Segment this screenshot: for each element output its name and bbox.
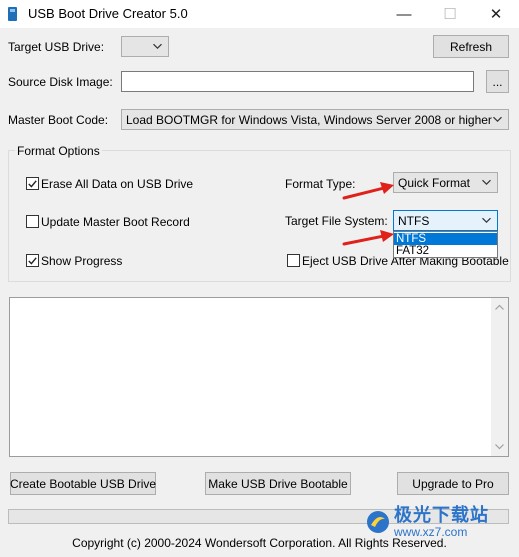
log-scrollbar[interactable] <box>491 298 508 456</box>
source-image-input[interactable] <box>121 71 474 92</box>
watermark-text: 极光下载站 <box>394 505 489 525</box>
scroll-down-arrow-icon[interactable] <box>495 444 504 450</box>
create-bootable-usb-button[interactable]: Create Bootable USB Drive <box>10 472 156 495</box>
show-progress-label: Show Progress <box>41 254 123 268</box>
target-usb-select[interactable] <box>121 36 169 57</box>
title-bar: USB Boot Drive Creator 5.0 — ☐ ✕ <box>0 0 519 28</box>
file-system-label: Target File System: <box>285 214 388 228</box>
format-type-label: Format Type: <box>285 177 356 191</box>
format-type-value: Quick Format <box>398 175 471 190</box>
scroll-up-arrow-icon[interactable] <box>495 304 504 310</box>
file-system-option-fat32[interactable]: FAT32 <box>394 245 497 257</box>
checkmark-icon <box>28 179 37 188</box>
window-title: USB Boot Drive Creator 5.0 <box>28 6 188 21</box>
file-system-value: NTFS <box>398 213 430 228</box>
browse-button[interactable]: ... <box>486 70 509 93</box>
target-usb-label: Target USB Drive: <box>8 40 105 54</box>
erase-all-label: Erase All Data on USB Drive <box>41 177 194 191</box>
file-system-select[interactable]: NTFS <box>393 210 498 231</box>
format-options-legend: Format Options <box>15 144 102 158</box>
minimize-button[interactable]: — <box>381 0 427 28</box>
update-mbr-label: Update Master Boot Record <box>41 215 190 229</box>
chevron-down-icon <box>153 43 162 49</box>
master-boot-value: Load BOOTMGR for Windows Vista, Windows … <box>126 112 492 127</box>
watermark: 极光下载站 www.xz7.com <box>365 505 489 539</box>
watermark-logo-icon <box>367 511 389 534</box>
master-boot-label: Master Boot Code: <box>8 113 109 127</box>
chevron-down-icon <box>493 116 502 122</box>
master-boot-select[interactable]: Load BOOTMGR for Windows Vista, Windows … <box>121 109 509 130</box>
chevron-down-icon <box>482 217 491 223</box>
format-type-select[interactable]: Quick Format <box>393 172 498 193</box>
erase-all-checkbox[interactable] <box>26 177 39 190</box>
update-mbr-checkbox[interactable] <box>26 215 39 228</box>
file-system-option-ntfs[interactable]: NTFS <box>394 233 497 245</box>
usb-drive-icon <box>8 7 17 21</box>
upgrade-to-pro-button[interactable]: Upgrade to Pro <box>397 472 509 495</box>
maximize-button[interactable]: ☐ <box>427 0 473 28</box>
show-progress-checkbox[interactable] <box>26 254 39 267</box>
refresh-button[interactable]: Refresh <box>433 35 509 58</box>
eject-usb-checkbox[interactable] <box>287 254 300 267</box>
chevron-down-icon <box>482 179 491 185</box>
checkmark-icon <box>28 256 37 265</box>
watermark-url: www.xz7.com <box>394 524 468 539</box>
log-output[interactable] <box>9 297 509 457</box>
make-usb-bootable-button[interactable]: Make USB Drive Bootable <box>205 472 351 495</box>
close-button[interactable]: ✕ <box>473 0 519 28</box>
source-image-label: Source Disk Image: <box>8 75 113 89</box>
file-system-dropdown-list: NTFS FAT32 <box>393 231 498 258</box>
